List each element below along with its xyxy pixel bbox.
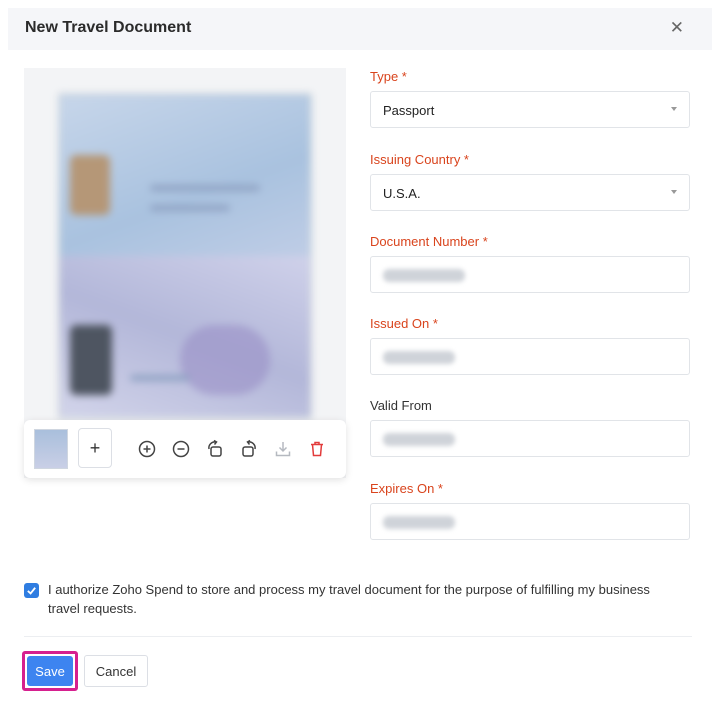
zoom-in-icon[interactable]	[136, 438, 158, 460]
rotate-right-icon[interactable]	[238, 438, 260, 460]
redacted-value	[383, 351, 455, 364]
chevron-down-icon	[671, 190, 677, 194]
consent-checkbox[interactable]	[24, 583, 39, 598]
zoom-out-icon[interactable]	[170, 438, 192, 460]
redacted-value	[383, 269, 465, 282]
dialog-title: New Travel Document	[25, 19, 192, 36]
dialog-header: New Travel Document ✕	[8, 8, 712, 50]
type-select[interactable]: Passport	[370, 91, 690, 128]
issued-on-label: Issued On *	[370, 316, 438, 331]
document-preview	[24, 68, 346, 478]
valid-from-input[interactable]	[370, 420, 690, 457]
redacted-value	[383, 433, 455, 446]
close-icon[interactable]: ✕	[670, 18, 684, 38]
issuing-country-value: U.S.A.	[383, 186, 421, 201]
type-value: Passport	[383, 103, 435, 118]
type-label: Type *	[370, 69, 407, 84]
chevron-down-icon	[671, 107, 677, 111]
delete-icon[interactable]	[306, 438, 328, 460]
document-thumbnail[interactable]	[34, 429, 68, 469]
add-page-button[interactable]: +	[78, 428, 112, 468]
redacted-value	[383, 516, 455, 529]
save-button[interactable]: Save	[27, 656, 73, 686]
cancel-button[interactable]: Cancel	[84, 655, 148, 687]
document-number-input[interactable]	[370, 256, 690, 293]
document-number-label: Document Number *	[370, 234, 488, 249]
download-icon[interactable]	[272, 438, 294, 460]
consent-text: I authorize Zoho Spend to store and proc…	[48, 582, 650, 616]
issuing-country-select[interactable]: U.S.A.	[370, 174, 690, 211]
expires-on-label: Expires On *	[370, 481, 443, 496]
issuing-country-label: Issuing Country *	[370, 152, 469, 167]
rotate-left-icon[interactable]	[204, 438, 226, 460]
expires-on-input[interactable]	[370, 503, 690, 540]
footer-divider	[24, 636, 692, 637]
valid-from-label: Valid From	[370, 398, 432, 413]
issued-on-input[interactable]	[370, 338, 690, 375]
preview-toolbar: +	[24, 420, 346, 478]
passport-image	[59, 94, 311, 418]
